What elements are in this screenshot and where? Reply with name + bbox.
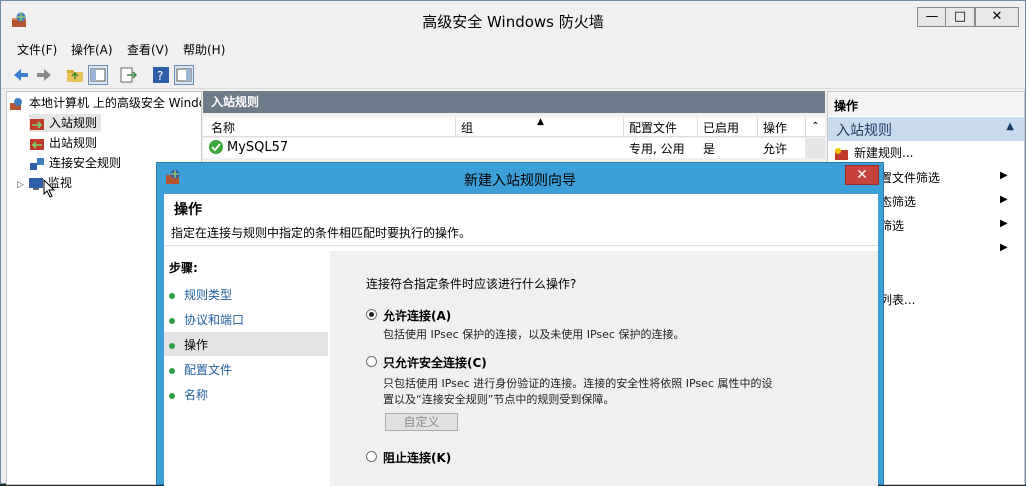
steps-label: 步骤: [169, 261, 198, 275]
column-name[interactable]: 名称 [211, 119, 235, 136]
submenu-arrow-icon: ▶ [1000, 170, 1008, 181]
column-action[interactable]: 操作 [763, 119, 787, 136]
enabled-check-icon [209, 140, 223, 154]
tree-item-connection-security-rules[interactable]: 连接安全规则 [29, 154, 121, 172]
option-block-label[interactable]: 阻止连接(K) [383, 449, 451, 466]
wizard-close-button[interactable]: ✕ [845, 165, 879, 185]
wizard-body: 操作 指定在连接与规则中指定的条件相匹配时要执行的操作。 步骤: 规则类型 协议… [164, 194, 878, 486]
scroll-up-icon[interactable]: ⌃ [805, 117, 825, 137]
wizard-steps: 步骤: 规则类型 协议和端口 操作 配置文件 名称 [164, 251, 328, 486]
wizard-title: 新建入站规则向导 [464, 173, 576, 189]
action-filter-profile[interactable]: 置文件筛选 [880, 169, 940, 186]
step-rule-type[interactable]: 规则类型 [169, 286, 232, 303]
svg-text:?: ? [157, 69, 163, 83]
new-inbound-rule-wizard: 新建入站规则向导 ✕ 操作 指定在连接与规则中指定的条件相匹配时要执行的操作。 … [156, 162, 884, 486]
menu-action[interactable]: 操作(A) [71, 41, 113, 58]
column-group[interactable]: 组 [461, 119, 473, 136]
toolbar: ? [1, 61, 1025, 89]
option-allow-label[interactable]: 允许连接(A) [383, 307, 451, 324]
action-export-list[interactable]: 列表... [880, 291, 915, 308]
help-icon[interactable]: ? [151, 65, 171, 85]
collapse-icon[interactable]: ▲ [1006, 121, 1014, 132]
show-action-pane-icon[interactable] [174, 65, 194, 85]
actions-section-inbound[interactable]: 入站规则 ▲ [828, 117, 1024, 141]
minimize-button[interactable]: — [917, 7, 947, 27]
back-arrow-icon[interactable] [11, 65, 31, 85]
option-secure-label[interactable]: 只允许安全连接(C) [383, 354, 487, 371]
monitoring-icon [28, 177, 44, 191]
expand-arrow-icon[interactable]: ▷ [17, 180, 24, 190]
window-title: 高级安全 Windows 防火墙 [422, 13, 604, 31]
actions-header: 操作 [828, 92, 1024, 116]
maximize-button[interactable]: □ [945, 7, 975, 27]
mouse-cursor-icon [43, 178, 57, 199]
tree-root[interactable]: 本地计算机 上的高级安全 Windows [9, 94, 201, 112]
action-new-rule[interactable]: 新建规则... [834, 144, 913, 161]
wizard-page-subtitle: 指定在连接与规则中指定的条件相匹配时要执行的操作。 [171, 226, 472, 240]
step-profile[interactable]: 配置文件 [169, 361, 232, 378]
sort-ascending-icon: ▲ [537, 117, 544, 127]
connection-security-icon [29, 157, 45, 171]
option-allow-desc: 包括使用 IPsec 保护的连接，以及未使用 IPsec 保护的连接。 [383, 328, 685, 341]
step-protocol-port[interactable]: 协议和端口 [169, 311, 244, 328]
column-enabled[interactable]: 已启用 [703, 119, 739, 136]
submenu-arrow-icon: ▶ [1000, 194, 1008, 205]
menu-file[interactable]: 文件(F) [17, 41, 57, 58]
rule-profile: 专用, 公用 [629, 142, 685, 156]
wizard-header: 操作 指定在连接与规则中指定的条件相匹配时要执行的操作。 [164, 194, 878, 246]
wizard-page-title: 操作 [174, 202, 202, 218]
radio-block-connection[interactable] [366, 451, 377, 462]
rule-name: MySQL57 [227, 140, 289, 155]
title-bar: 高级安全 Windows 防火墙 — □ ✕ [1, 1, 1025, 39]
menu-help[interactable]: 帮助(H) [183, 41, 225, 58]
tree-item-inbound-rules[interactable]: 入站规则 [29, 114, 102, 132]
new-rule-icon [834, 147, 850, 161]
step-name[interactable]: 名称 [169, 386, 208, 403]
firewall-root-icon [9, 97, 25, 111]
inbound-rules-icon [29, 117, 45, 131]
rule-enabled: 是 [703, 142, 716, 156]
up-folder-icon[interactable] [65, 65, 85, 85]
action-filter-state[interactable]: 态筛选 [880, 193, 916, 210]
export-list-icon[interactable] [118, 65, 138, 85]
menu-bar: 文件(F) 操作(A) 查看(V) 帮助(H) [1, 39, 1025, 59]
step-action-current[interactable]: 操作 [164, 332, 328, 356]
scrollbar-track[interactable] [805, 138, 825, 158]
close-button[interactable]: ✕ [975, 7, 1019, 27]
firewall-window: 高级安全 Windows 防火墙 — □ ✕ 文件(F) 操作(A) 查看(V)… [0, 0, 1026, 486]
menu-view[interactable]: 查看(V) [127, 41, 169, 58]
show-hide-tree-icon[interactable] [88, 65, 108, 85]
option-secure-desc-line2: 置以及“连接安全规则”节点中的规则受到保障。 [383, 393, 615, 406]
wizard-content: 连接符合指定条件时应该进行什么操作? 允许连接(A) 包括使用 IPsec 保护… [330, 251, 878, 486]
submenu-arrow-icon: ▶ [1000, 218, 1008, 229]
option-secure-desc-line1: 只包括使用 IPsec 进行身份验证的连接。连接的安全性将依照 IPsec 属性… [383, 377, 773, 390]
tree-item-outbound-rules[interactable]: 出站规则 [29, 134, 97, 152]
submenu-arrow-icon: ▶ [1000, 242, 1008, 253]
radio-allow-connection[interactable] [366, 309, 377, 320]
column-profile[interactable]: 配置文件 [629, 119, 677, 136]
wizard-question: 连接符合指定条件时应该进行什么操作? [366, 277, 577, 291]
rule-action: 允许 [763, 142, 788, 156]
forward-arrow-icon[interactable] [34, 65, 54, 85]
radio-allow-secure-connection[interactable] [366, 356, 377, 367]
table-row[interactable]: MySQL57 专用, 公用 是 允许 [203, 138, 825, 158]
customize-button[interactable]: 自定义 [385, 413, 458, 431]
rules-column-headers: 名称 组 ▲ 配置文件 已启用 操作 ⌃ [203, 117, 825, 137]
outbound-rules-icon [29, 137, 45, 151]
middle-pane-header: 入站规则 [203, 91, 825, 113]
